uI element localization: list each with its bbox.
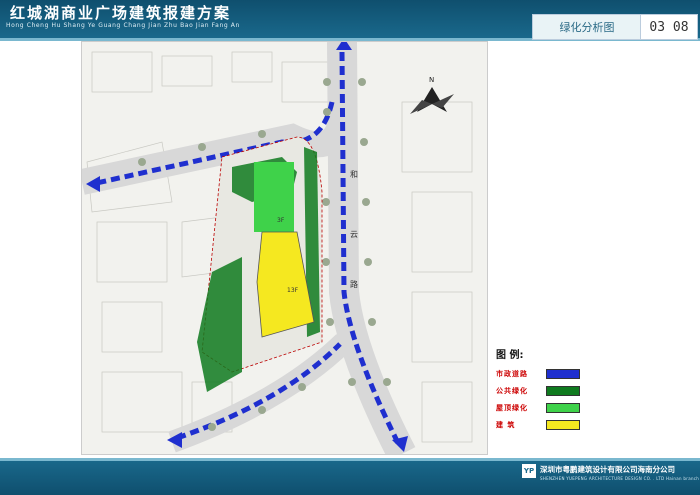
legend-label: 屋顶绿化	[496, 403, 528, 412]
legend-swatch	[546, 385, 580, 396]
legend-label: 建 筑	[496, 420, 516, 429]
sheet-number: 03 08	[640, 14, 698, 40]
footer-rule	[0, 458, 700, 461]
road-char-3: 路	[350, 279, 358, 289]
legend-item: 屋顶绿化	[496, 399, 606, 416]
site-plan: 3F 13F 和 云 路 N	[79, 38, 488, 461]
road-char-1: 和	[350, 170, 358, 179]
legend-item: 市政道路	[496, 365, 606, 382]
legend-title: 图 例:	[496, 350, 524, 361]
north-arrow-icon: N	[410, 76, 454, 114]
north-label: N	[429, 76, 434, 84]
label-13f: 13F	[287, 287, 299, 294]
legend-label: 市政道路	[496, 369, 528, 378]
legend-swatch	[546, 368, 580, 379]
legend-item: 公共绿化	[496, 382, 606, 399]
label-3f: 3F	[277, 217, 285, 224]
legend-label: 公共绿化	[496, 386, 528, 395]
roof-green	[254, 162, 294, 232]
company-name: 深圳市粤鹏建筑设计有限公司海南分公司	[540, 465, 675, 474]
public-green-west	[197, 257, 242, 392]
legend-swatch	[546, 402, 580, 413]
project-title-pinyin: Hong Cheng Hu Shang Ye Guang Chang Jian …	[6, 22, 240, 29]
legend-item: 建 筑	[496, 416, 606, 433]
site-plan-drawing: 3F 13F 和 云 路 N	[79, 38, 473, 461]
road-char-2: 云	[350, 230, 358, 239]
company-logo-icon: YP	[522, 464, 536, 478]
footer-banner: YP 深圳市粤鹏建筑设计有限公司海南分公司 SHENZHEN YUEPENG A…	[0, 458, 700, 495]
company-name-en: SHENZHEN YUEPENG ARCHITECTURE DESIGN CO.…	[540, 476, 700, 481]
legend: 图 例: 市政道路 公共绿化 屋顶绿化 建 筑	[496, 346, 606, 433]
project-title: 红城湖商业广场建筑报建方案	[10, 4, 232, 22]
sheet-title: 绿化分析图	[532, 14, 642, 40]
legend-swatch	[546, 419, 580, 430]
